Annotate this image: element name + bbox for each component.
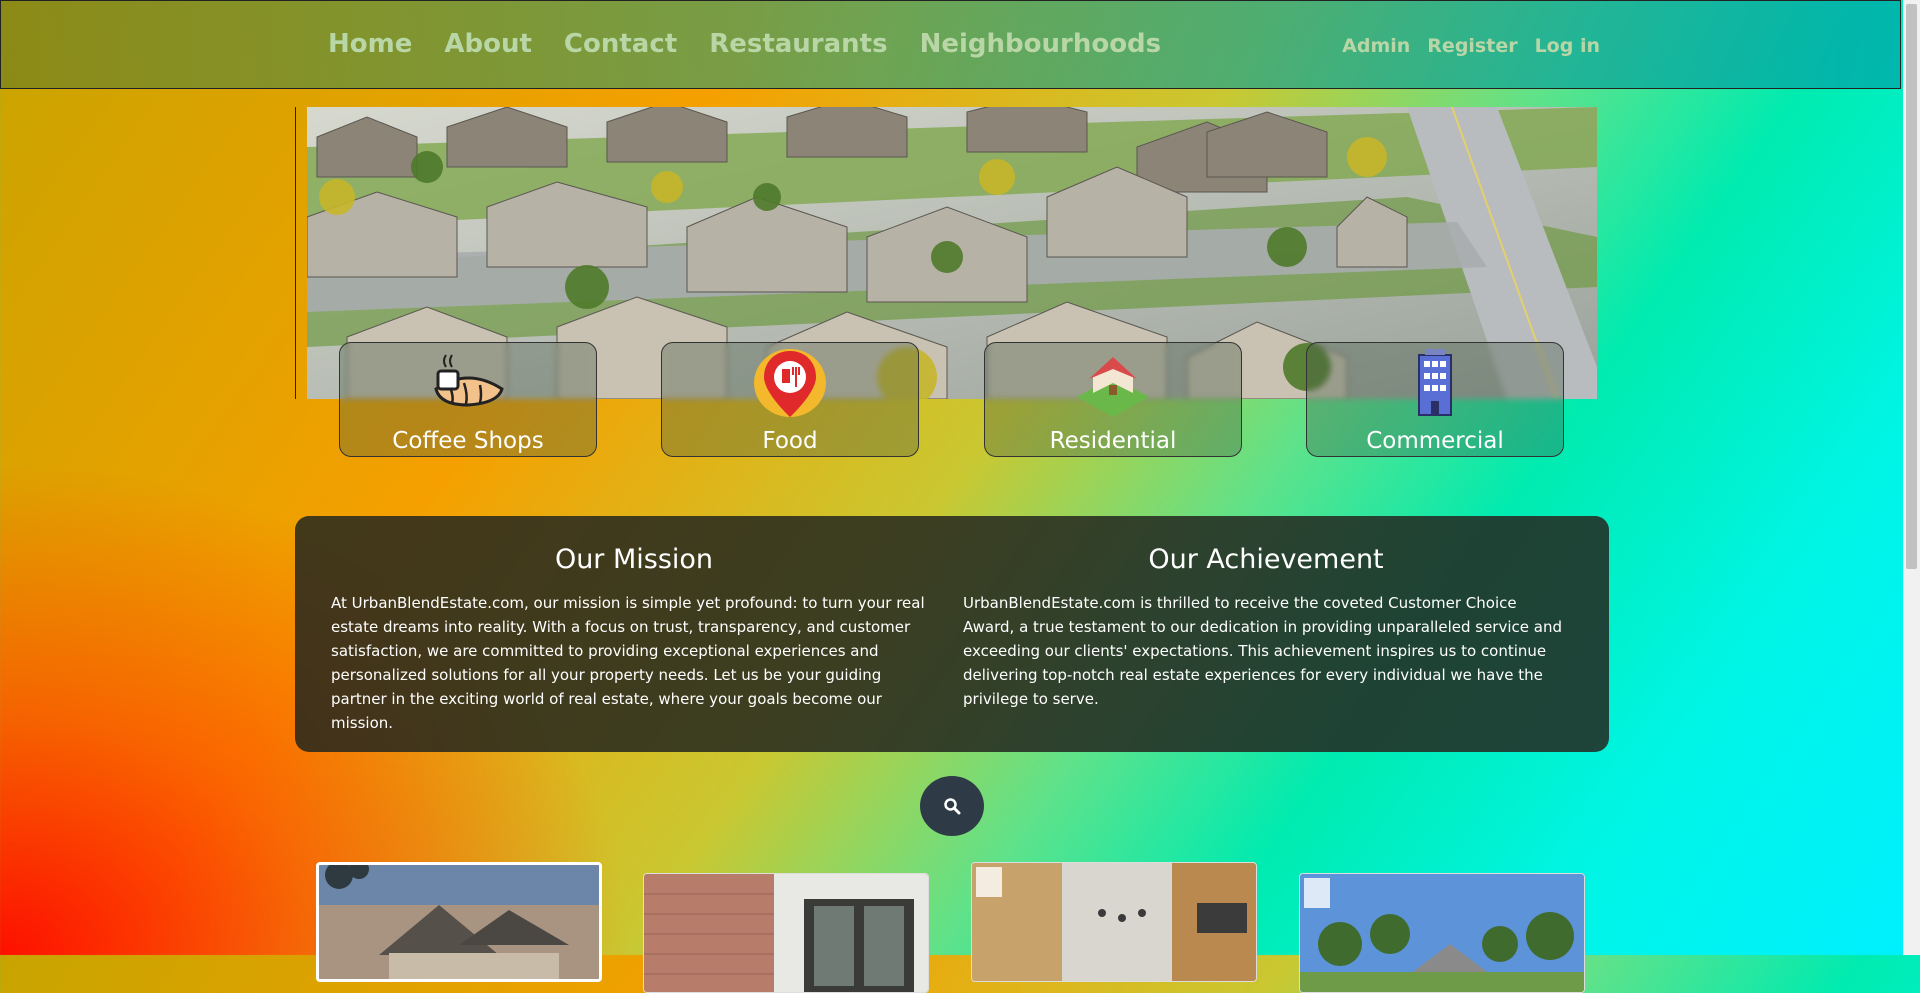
category-residential[interactable]: Residential [984,342,1242,457]
listing-image [1300,874,1584,992]
mission-achievement-panel: Our Mission At UrbanBlendEstate.com, our… [295,516,1609,752]
nav-neighbourhoods-link[interactable]: Neighbourhoods [920,29,1162,59]
listing-image [644,874,928,992]
mission-title: Our Mission [554,544,714,575]
main-nav: Home About Contact Restaurants Neighbour… [328,29,1161,59]
category-food[interactable]: Food [661,342,919,457]
mission-text: At UrbanBlendEstate.com, our mission is … [331,594,925,732]
category-coffee-shops[interactable]: Coffee Shops [339,342,597,457]
listing-image [319,865,599,979]
nav-about-link[interactable]: About [444,29,532,59]
food-location-pin-icon [754,349,826,417]
category-label: Food [762,428,818,454]
category-label: Coffee Shops [392,428,544,454]
listing-card[interactable] [643,873,929,993]
page-scrollbar[interactable] [1903,0,1920,955]
scrollbar-thumb[interactable] [1906,4,1917,569]
category-label: Commercial [1366,428,1504,454]
hero-divider [295,107,296,399]
nav-admin-link[interactable]: Admin [1342,35,1410,57]
listing-image [972,863,1256,981]
listing-card[interactable] [1299,873,1585,993]
account-nav: Admin Register Log in [1342,35,1600,57]
category-commercial[interactable]: Commercial [1306,342,1564,457]
nav-contact-link[interactable]: Contact [564,29,677,59]
nav-register-link[interactable]: Register [1427,35,1517,57]
category-label: Residential [1049,428,1177,454]
achievement-title: Our Achievement [1148,544,1384,575]
house-icon [1077,357,1149,417]
nav-home-link[interactable]: Home [328,29,412,59]
nav-restaurants-link[interactable]: Restaurants [709,29,887,59]
nav-login-link[interactable]: Log in [1535,35,1600,57]
coffee-croissant-icon [434,354,504,407]
building-icon [1418,349,1452,416]
mission-section: Our Mission At UrbanBlendEstate.com, our… [331,544,937,735]
top-navbar: Home About Contact Restaurants Neighbour… [0,0,1901,89]
listing-card[interactable] [971,862,1257,982]
search-icon [944,798,961,815]
search-button[interactable] [920,776,984,836]
achievement-text: UrbanBlendEstate.com is thrilled to rece… [963,594,1562,708]
listing-card[interactable] [316,862,602,982]
achievement-section: Our Achievement UrbanBlendEstate.com is … [963,544,1569,711]
